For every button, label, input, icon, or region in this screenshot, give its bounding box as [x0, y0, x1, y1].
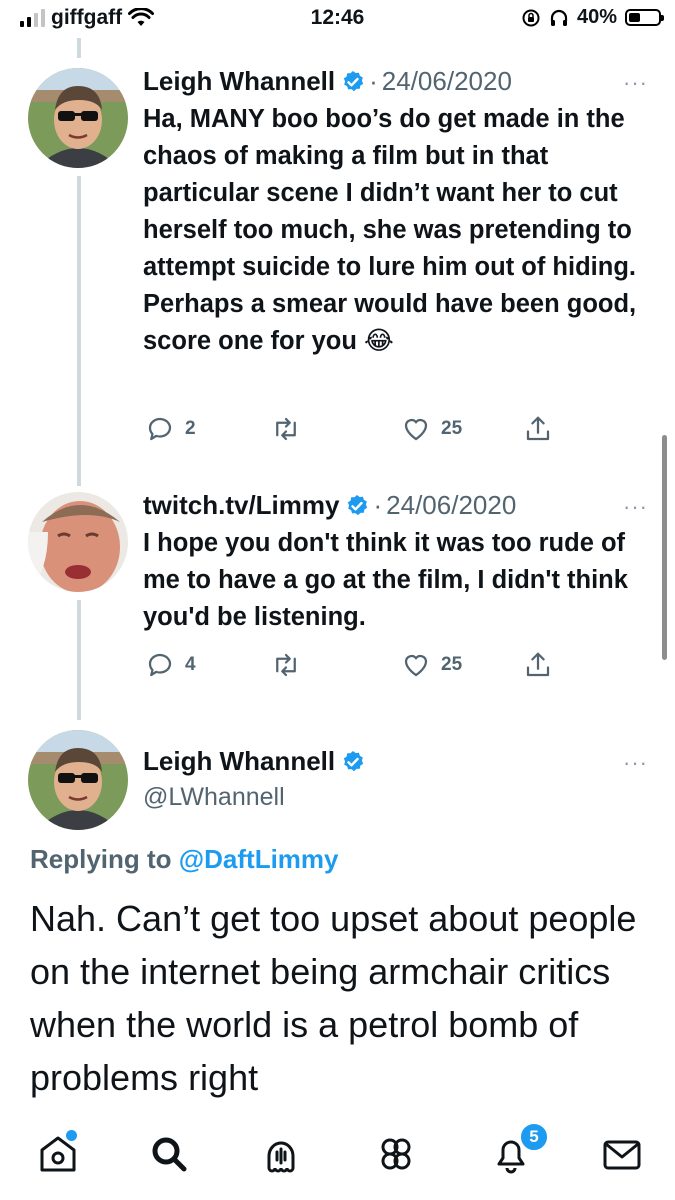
thread-line: [77, 600, 81, 720]
tab-search[interactable]: [145, 1130, 193, 1178]
headphones-icon: [550, 9, 568, 26]
reply-count: 4: [185, 654, 196, 675]
tweet-date[interactable]: 24/06/2020: [382, 66, 512, 97]
separator: ·: [369, 66, 378, 96]
tweet-text: I hope you don't think it was too rude o…: [143, 529, 628, 631]
verified-badge-icon: [348, 494, 368, 515]
tab-notifications[interactable]: 5: [487, 1122, 549, 1178]
tweet-header: twitch.tv/Limmy · 24/06/2020: [143, 490, 648, 521]
search-icon: [152, 1137, 187, 1172]
status-bar: giffgaff 12:46 40%: [0, 0, 675, 38]
tab-spaces[interactable]: [257, 1130, 305, 1178]
notification-badge: 5: [519, 1122, 549, 1152]
status-right: 40%: [521, 6, 664, 29]
thread-line: [77, 38, 81, 58]
tab-home[interactable]: [34, 1130, 82, 1178]
author-name[interactable]: twitch.tv/Limmy: [143, 490, 339, 521]
heart-icon: [404, 654, 428, 677]
replying-prefix: Replying to: [30, 844, 172, 874]
thread-line: [77, 176, 81, 486]
tweet[interactable]: Leigh Whannell · 24/06/2020 ··· Ha, MANY…: [143, 66, 648, 441]
battery-percent: 40%: [576, 6, 617, 28]
replying-to: Replying to @DaftLimmy: [30, 844, 339, 875]
spaces-icon: [267, 1141, 295, 1173]
tweet[interactable]: twitch.tv/Limmy · 24/06/2020 ··· I hope …: [143, 490, 648, 677]
tweet-actions: 2 25: [143, 414, 648, 448]
share-button[interactable]: [523, 650, 553, 680]
avatar[interactable]: [28, 730, 128, 830]
verified-badge-icon: [343, 70, 364, 91]
verified-badge-icon: [343, 750, 364, 771]
share-icon: [526, 416, 550, 441]
messages-icon: [603, 1140, 641, 1170]
retweet-button[interactable]: [271, 650, 301, 680]
like-button[interactable]: 25: [401, 650, 462, 680]
reply-icon: [148, 417, 172, 441]
retweet-button[interactable]: [271, 414, 301, 444]
tab-bar: 5: [0, 1120, 675, 1200]
avatar[interactable]: [28, 492, 128, 592]
like-button[interactable]: 25: [401, 414, 462, 444]
orientation-lock-icon: [522, 9, 540, 26]
replying-to-link[interactable]: @DaftLimmy: [179, 844, 339, 874]
retweet-icon: [276, 653, 296, 677]
reply-icon: [148, 653, 172, 677]
share-icon: [526, 652, 550, 677]
scrollbar[interactable]: [662, 435, 667, 660]
battery-icon: [625, 9, 664, 26]
home-new-dot: [66, 1130, 77, 1141]
share-button[interactable]: [523, 414, 553, 444]
main-tweet-header: Leigh Whannell ··· @LWhannell: [143, 746, 648, 812]
reply-button[interactable]: 4: [145, 650, 196, 680]
more-options-icon[interactable]: ···: [623, 750, 648, 776]
tweet-header: Leigh Whannell: [143, 746, 648, 777]
more-options-icon[interactable]: ···: [623, 70, 648, 96]
separator: ·: [373, 490, 383, 520]
like-count: 25: [441, 418, 463, 439]
tab-messages[interactable]: [598, 1130, 646, 1178]
author-name[interactable]: Leigh Whannell: [143, 746, 335, 777]
tab-communities[interactable]: [372, 1130, 420, 1178]
avatar[interactable]: [28, 68, 128, 168]
reply-button[interactable]: 2: [145, 414, 196, 444]
tweet-actions: 4 25: [143, 650, 648, 684]
reply-count: 2: [185, 418, 196, 439]
tweet-text: Ha, MANY boo boo’s do get made in the ch…: [143, 105, 637, 355]
like-count: 25: [441, 654, 463, 675]
heart-icon: [404, 418, 428, 441]
tweet-date[interactable]: 24/06/2020: [386, 490, 516, 521]
author-handle[interactable]: @LWhannell: [143, 783, 648, 812]
more-options-icon[interactable]: ···: [623, 494, 648, 520]
main-tweet-text: Nah. Can’t get too upset about people on…: [30, 898, 637, 1098]
tweet-header: Leigh Whannell · 24/06/2020: [143, 66, 648, 97]
author-name[interactable]: Leigh Whannell: [143, 66, 335, 97]
retweet-icon: [276, 417, 296, 441]
communities-icon: [381, 1138, 411, 1170]
